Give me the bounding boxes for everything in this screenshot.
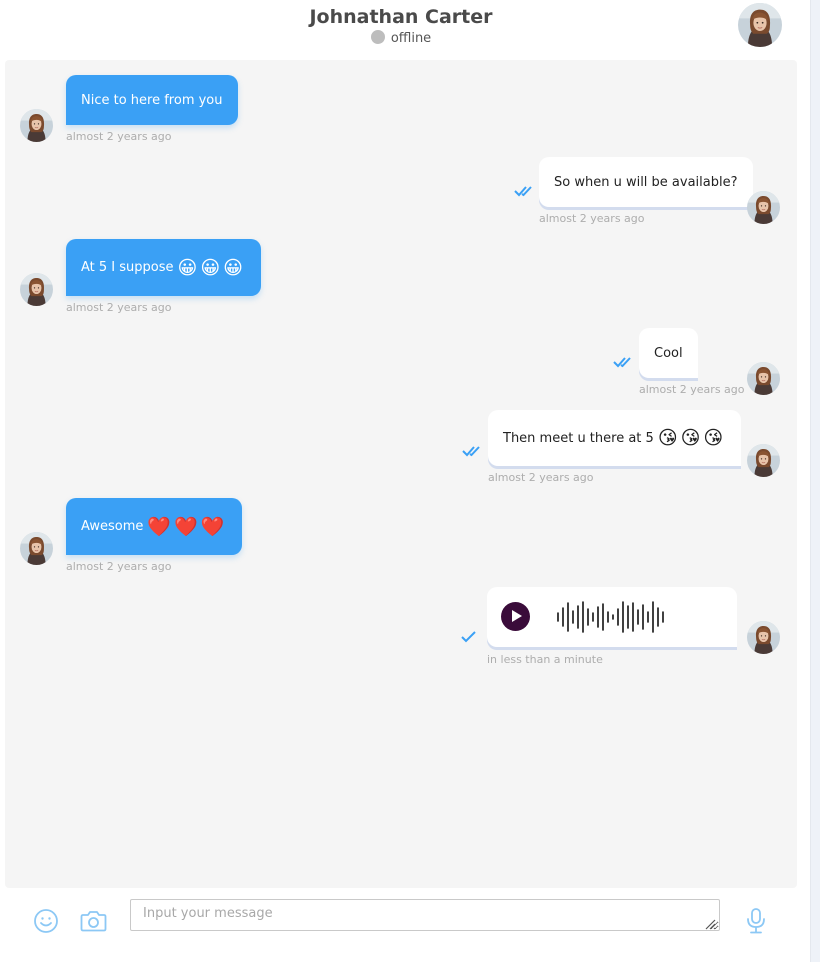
message-text: Cool	[654, 345, 683, 361]
own-avatar	[747, 191, 780, 224]
audio-waveform[interactable]	[556, 600, 668, 634]
resize-handle-icon[interactable]	[704, 918, 716, 930]
own-avatar	[747, 444, 780, 477]
double-check-icon	[514, 186, 532, 197]
smiley-icon[interactable]	[33, 908, 59, 934]
contact-avatar[interactable]	[738, 3, 782, 47]
message-emoji: ❤️❤️❤️	[147, 516, 228, 538]
message-timestamp: almost 2 years ago	[66, 130, 172, 143]
message-text: Nice to here from you	[81, 92, 223, 108]
message-timestamp: almost 2 years ago	[66, 301, 172, 314]
message-timestamp: almost 2 years ago	[66, 560, 172, 573]
message-text: Then meet u there at 5	[503, 430, 654, 446]
message-list[interactable]: Nice to here from you almost 2 years ago…	[5, 60, 797, 888]
composer-bar	[0, 888, 810, 962]
message-emoji: 😀😀😀	[177, 256, 246, 279]
voice-message-bubble[interactable]	[487, 587, 737, 647]
sender-avatar	[20, 532, 53, 565]
message-bubble-incoming[interactable]: Nice to here from you	[66, 75, 238, 125]
message-text: So when u will be available?	[554, 174, 738, 190]
contact-avatar-image	[738, 3, 782, 47]
contact-name: Johnathan Carter	[309, 6, 493, 28]
own-avatar	[747, 621, 780, 654]
message-bubble-outgoing[interactable]: Cool	[639, 328, 698, 378]
message-bubble-incoming[interactable]: At 5 I suppose 😀😀😀	[66, 239, 261, 296]
status-text: offline	[390, 31, 432, 46]
sender-avatar	[20, 273, 53, 306]
message-bubble-outgoing[interactable]: Then meet u there at 5 😘😘😘	[488, 410, 742, 466]
message-timestamp: almost 2 years ago	[639, 383, 745, 396]
message-input[interactable]	[130, 899, 720, 931]
message-text: Awesome	[81, 519, 144, 534]
camera-icon[interactable]	[80, 909, 107, 933]
single-check-icon	[461, 631, 476, 643]
message-bubble-incoming[interactable]: Awesome ❤️❤️❤️	[66, 498, 243, 555]
message-emoji: 😘😘😘	[657, 427, 727, 449]
chat-window: Johnathan Carter offline Nice to here fr…	[0, 0, 820, 962]
chat-header: Johnathan Carter offline	[0, 0, 810, 58]
sender-avatar	[20, 109, 53, 142]
presence-status: offline	[0, 30, 802, 46]
message-bubble-outgoing[interactable]: So when u will be available?	[539, 157, 753, 207]
message-timestamp: almost 2 years ago	[488, 471, 594, 484]
message-timestamp: almost 2 years ago	[539, 212, 645, 225]
status-dot-icon	[370, 30, 385, 44]
message-text: At 5 I suppose	[81, 260, 174, 275]
own-avatar	[747, 362, 780, 395]
double-check-icon	[613, 357, 631, 368]
microphone-icon[interactable]	[745, 907, 767, 935]
play-icon[interactable]	[501, 602, 530, 631]
message-timestamp: in less than a minute	[487, 653, 603, 666]
scrollbar[interactable]	[810, 0, 820, 962]
double-check-icon	[462, 446, 480, 457]
